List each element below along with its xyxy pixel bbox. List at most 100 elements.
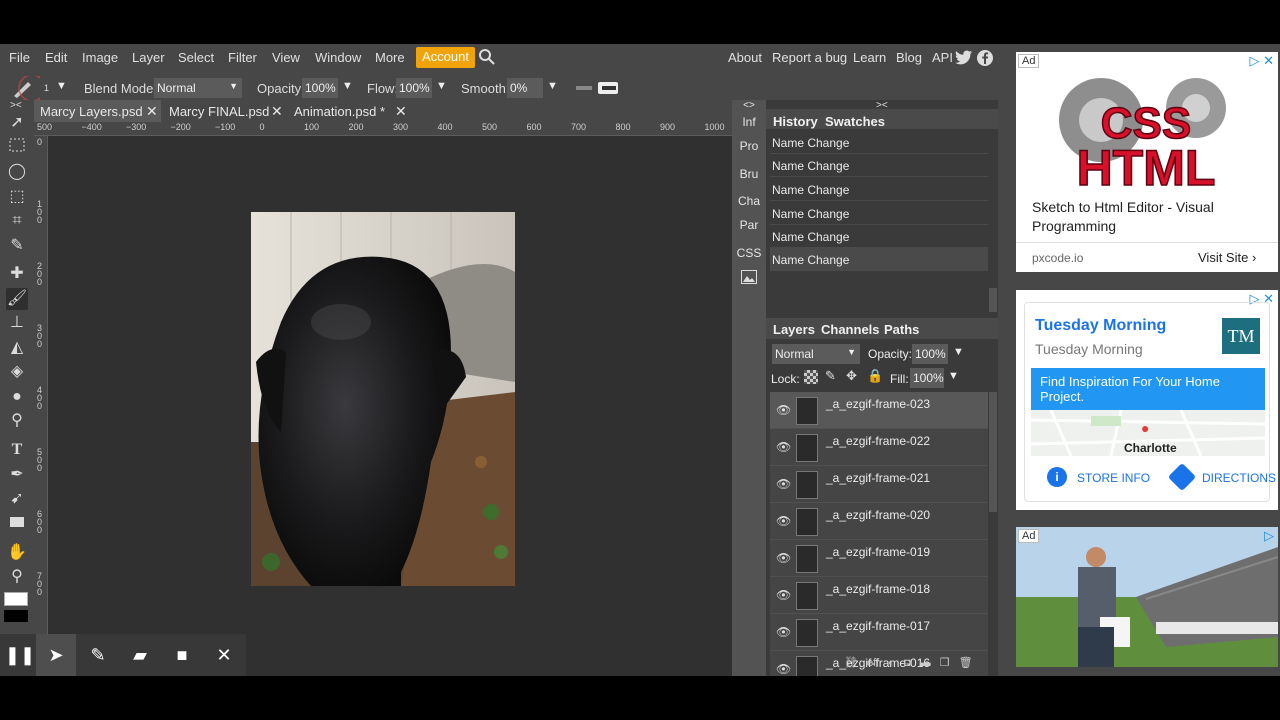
eraser-tool-icon[interactable]: ◭ bbox=[6, 337, 28, 359]
layer-blend-select[interactable]: Normal ▼ bbox=[772, 344, 860, 364]
link-layers-icon[interactable]: ⛓ bbox=[844, 657, 858, 669]
close-icon[interactable]: ✕ bbox=[395, 103, 407, 120]
pen-icon[interactable]: ✎ bbox=[78, 634, 118, 676]
tab-swatches[interactable]: Swatches bbox=[825, 114, 885, 129]
opacity-input[interactable]: 100% bbox=[302, 78, 338, 98]
history-row[interactable]: Name Change bbox=[770, 178, 988, 201]
lock-all-icon[interactable]: 🔒 bbox=[867, 368, 883, 384]
trash-icon[interactable]: 🗑 bbox=[959, 657, 973, 669]
ad-title[interactable]: Tuesday Morning bbox=[1035, 317, 1166, 335]
brush-preset-icon[interactable] bbox=[10, 74, 46, 102]
panel-css[interactable]: CSS bbox=[732, 246, 766, 260]
layer-opacity-dropdown-icon[interactable]: ▼ bbox=[953, 346, 964, 358]
adjustment-icon[interactable]: ◐ bbox=[888, 657, 895, 669]
ad-title[interactable]: Sketch to Html Editor - Visual Programmi… bbox=[1032, 198, 1252, 236]
close-icon[interactable]: ✕ bbox=[204, 634, 244, 676]
history-row[interactable]: Name Change bbox=[770, 225, 988, 248]
background-color-swatch[interactable] bbox=[4, 610, 28, 622]
lock-transparency-icon[interactable] bbox=[804, 370, 818, 384]
airbrush-icon[interactable] bbox=[576, 82, 620, 97]
ad-tuesday-morning[interactable]: ▷ ✕ Tuesday Morning Tuesday Morning TM F… bbox=[1016, 290, 1278, 510]
search-icon[interactable] bbox=[478, 48, 496, 69]
highlighter-icon[interactable]: ▰ bbox=[120, 634, 160, 676]
twitter-icon[interactable] bbox=[955, 50, 973, 69]
panel-character[interactable]: Cha bbox=[732, 194, 766, 208]
dodge-tool-icon[interactable]: ⚲ bbox=[6, 410, 28, 432]
lock-paint-icon[interactable]: ✎ bbox=[825, 368, 836, 384]
link-api[interactable]: API bbox=[932, 50, 953, 65]
tab-layers[interactable]: Layers bbox=[773, 322, 815, 337]
panel-paragraph[interactable]: Par bbox=[732, 218, 766, 232]
lasso-tool-icon[interactable]: ◯ bbox=[6, 161, 28, 183]
brush-preset-dropdown-icon[interactable]: ▼ bbox=[56, 80, 67, 92]
close-icon[interactable]: ✕ bbox=[146, 103, 158, 120]
layer-row[interactable]: 👁 _a_ezgif-frame-018 bbox=[770, 577, 988, 614]
history-row-current[interactable]: Name Change bbox=[770, 248, 988, 271]
new-layer-icon[interactable]: ❐ bbox=[940, 657, 950, 669]
history-row[interactable]: Name Change bbox=[770, 131, 988, 154]
layer-row[interactable]: 👁 _a_ezgif-frame-017 bbox=[770, 614, 988, 651]
mini-panel-toggle-icon[interactable]: <> bbox=[732, 100, 766, 111]
zoom-tool-icon[interactable]: ⚲ bbox=[6, 566, 28, 588]
effects-button[interactable]: eff bbox=[867, 657, 879, 669]
smooth-dropdown-icon[interactable]: ▼ bbox=[547, 80, 558, 92]
tab-marcy-layers[interactable]: Marcy Layers.psd bbox=[34, 100, 161, 122]
quick-select-tool-icon[interactable]: ⬚ bbox=[6, 186, 28, 208]
hand-tool-icon[interactable]: ✋ bbox=[6, 542, 28, 564]
lock-move-icon[interactable]: ✥ bbox=[846, 368, 857, 384]
link-learn[interactable]: Learn bbox=[853, 50, 886, 65]
fill-tool-icon[interactable]: ◈ bbox=[6, 361, 28, 383]
eyedropper-tool-icon[interactable]: ✎ bbox=[6, 235, 28, 257]
layer-opacity-input[interactable]: 100% bbox=[912, 344, 948, 364]
visit-site-button[interactable]: Visit Site › bbox=[1198, 250, 1256, 265]
shape-tool-icon[interactable] bbox=[6, 513, 28, 535]
tab-channels[interactable]: Channels bbox=[821, 322, 880, 337]
eye-icon[interactable]: 👁 bbox=[776, 551, 791, 565]
store-info-button[interactable]: STORE INFO bbox=[1077, 471, 1150, 485]
stamp-tool-icon[interactable]: ⊥ bbox=[6, 312, 28, 334]
close-icon[interactable]: ✕ bbox=[271, 103, 283, 120]
brush-tool-icon[interactable]: 🖌 bbox=[6, 288, 28, 310]
panel-properties[interactable]: Pro bbox=[732, 139, 766, 153]
link-about[interactable]: About bbox=[728, 50, 762, 65]
pen-tool-icon[interactable]: ✒ bbox=[6, 464, 28, 486]
eye-icon[interactable]: 👁 bbox=[776, 625, 791, 639]
tab-paths[interactable]: Paths bbox=[884, 322, 919, 337]
eye-icon[interactable]: 👁 bbox=[776, 403, 791, 417]
adchoices-icon[interactable]: ▷ ✕ bbox=[1249, 53, 1274, 69]
fill-input[interactable]: 100% bbox=[910, 368, 944, 388]
blur-tool-icon[interactable]: ● bbox=[6, 386, 28, 408]
tab-animation[interactable]: Animation.psd * bbox=[288, 100, 391, 122]
blend-mode-select[interactable]: Normal ▼ bbox=[154, 78, 242, 98]
path-select-tool-icon[interactable]: ➹ bbox=[6, 488, 28, 510]
folder-icon[interactable]: ▬ bbox=[920, 657, 931, 669]
move-tool-icon[interactable]: ➚ bbox=[6, 112, 28, 134]
eye-icon[interactable]: 👁 bbox=[776, 440, 791, 454]
menu-filter[interactable]: Filter bbox=[228, 50, 257, 65]
eye-icon[interactable]: 👁 bbox=[776, 477, 791, 491]
history-row[interactable]: Name Change bbox=[770, 154, 988, 177]
info-icon[interactable]: i bbox=[1047, 467, 1067, 487]
pause-icon[interactable]: ❚❚ bbox=[0, 634, 40, 676]
history-row[interactable]: Name Change bbox=[770, 202, 988, 225]
marquee-tool-icon[interactable] bbox=[6, 137, 28, 159]
crop-tool-icon[interactable]: ⌗ bbox=[6, 210, 28, 232]
menu-more[interactable]: More bbox=[375, 50, 405, 65]
menu-view[interactable]: View bbox=[272, 50, 300, 65]
menu-window[interactable]: Window bbox=[315, 50, 361, 65]
layer-row[interactable]: 👁 _a_ezgif-frame-019 bbox=[770, 540, 988, 577]
foreground-color-swatch[interactable] bbox=[4, 592, 28, 606]
facebook-icon[interactable] bbox=[976, 49, 994, 70]
mask-icon[interactable]: ◘ bbox=[904, 657, 911, 669]
menu-image[interactable]: Image bbox=[82, 50, 118, 65]
directions-button[interactable]: DIRECTIONS bbox=[1202, 471, 1276, 485]
menu-layer[interactable]: Layer bbox=[132, 50, 165, 65]
layer-row[interactable]: 👁 _a_ezgif-frame-022 bbox=[770, 429, 988, 466]
menu-select[interactable]: Select bbox=[178, 50, 214, 65]
image-icon[interactable] bbox=[732, 270, 766, 287]
eye-icon[interactable]: 👁 bbox=[776, 514, 791, 528]
history-scrollbar[interactable] bbox=[989, 288, 997, 312]
ad-css-html[interactable]: Ad ▷ ✕ CSS HTML Sketch to Html Editor - … bbox=[1016, 52, 1278, 272]
link-report-bug[interactable]: Report a bug bbox=[772, 50, 847, 65]
type-tool-icon[interactable]: T bbox=[6, 439, 28, 461]
